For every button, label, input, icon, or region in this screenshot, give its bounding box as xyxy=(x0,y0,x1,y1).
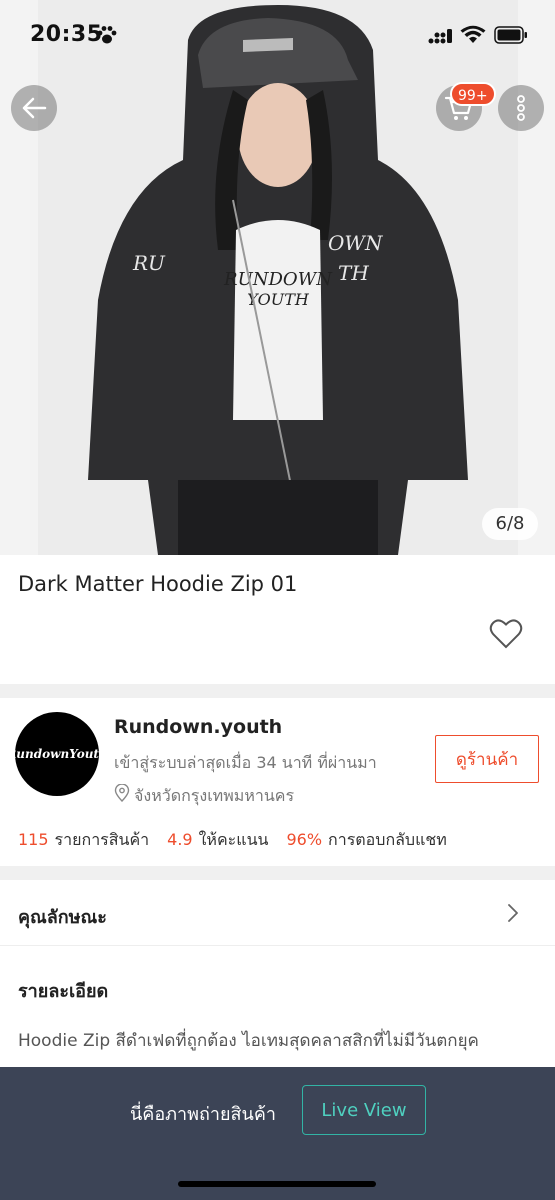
shop-stats: 115 รายการสินค้า 4.9 ให้คะแนน 96% การตอบกลั… xyxy=(18,828,447,853)
section-divider xyxy=(0,684,555,698)
more-vertical-icon xyxy=(517,95,525,121)
cellular-signal-icon xyxy=(428,29,452,44)
attributes-row[interactable]: คุณลักษณะ xyxy=(0,880,555,946)
home-indicator xyxy=(178,1181,376,1187)
product-title: Dark Matter Hoodie Zip 01 xyxy=(18,572,298,596)
svg-text:YOUTH: YOUTH xyxy=(247,290,310,309)
back-button[interactable] xyxy=(11,85,57,131)
wifi-icon xyxy=(460,25,486,43)
image-counter: 6/8 xyxy=(482,508,538,540)
stat-products: 115 รายการสินค้า xyxy=(18,830,150,849)
banner-text: นี่คือภาพถ่ายสินค้า xyxy=(130,1104,276,1125)
battery-icon xyxy=(494,26,527,44)
product-photo[interactable]: RUNDOWN YOUTH OWN TH RU xyxy=(38,0,518,555)
paw-icon xyxy=(97,26,117,44)
live-view-button[interactable]: Live View xyxy=(302,1085,426,1135)
shop-name[interactable]: Rundown.youth xyxy=(114,716,282,738)
cart-count-badge: 99+ xyxy=(450,82,496,106)
shop-logo[interactable]: RundownYouth xyxy=(6,712,108,796)
shop-last-seen: เข้าสู่ระบบล่าสุดเมื่อ 34 นาที ที่ผ่านมา xyxy=(114,753,377,772)
svg-text:TH: TH xyxy=(338,261,369,285)
status-time: 20:35 xyxy=(30,22,103,47)
stat-rating: 4.9 ให้คะแนน xyxy=(167,830,269,849)
details-heading: รายละเอียด xyxy=(18,981,109,1002)
attributes-label: คุณลักษณะ xyxy=(18,907,107,928)
chevron-right-icon xyxy=(508,904,518,922)
heart-icon[interactable] xyxy=(489,618,523,650)
details-text: Hoodie Zip สีดำเฟดที่ถูกต้อง ไอเทมสุดคลา… xyxy=(18,1031,479,1051)
shop-location: จังหวัดกรุงเทพมหานคร xyxy=(134,786,295,805)
live-view-banner: นี่คือภาพถ่ายสินค้า Live View xyxy=(0,1067,555,1200)
arrow-left-icon xyxy=(22,97,47,119)
svg-text:RU: RU xyxy=(132,251,166,275)
location-pin-icon xyxy=(114,784,130,802)
section-divider xyxy=(0,866,555,880)
status-bar: 20:35 xyxy=(0,0,555,70)
stat-chat-response: 96% การตอบกลับแชท xyxy=(286,830,447,849)
model-in-hoodie-image: RUNDOWN YOUTH OWN TH RU xyxy=(88,5,468,555)
svg-text:RUNDOWN: RUNDOWN xyxy=(223,269,333,290)
more-options-button[interactable] xyxy=(498,85,544,131)
view-shop-button[interactable]: ดูร้านค้า xyxy=(435,735,539,783)
svg-text:OWN: OWN xyxy=(328,231,384,255)
